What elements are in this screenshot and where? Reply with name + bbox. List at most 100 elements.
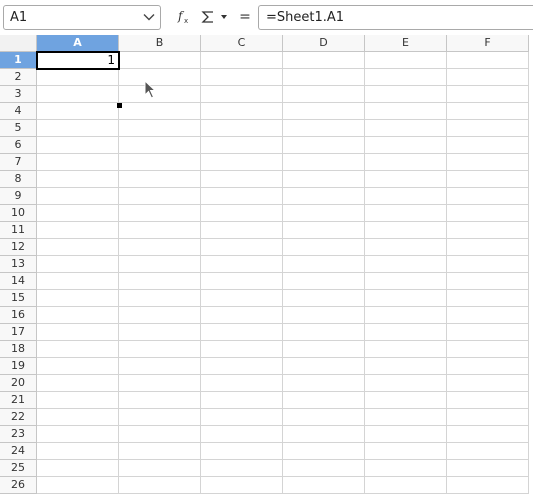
cell-f11[interactable]	[447, 222, 529, 239]
cell-a19[interactable]	[37, 358, 119, 375]
row-header-2[interactable]: 2	[0, 69, 37, 86]
cell-d9[interactable]	[283, 188, 365, 205]
cell-b17[interactable]	[119, 324, 201, 341]
row-header-21[interactable]: 21	[0, 392, 37, 409]
cell-e11[interactable]	[365, 222, 447, 239]
cell-f19[interactable]	[447, 358, 529, 375]
row-header-16[interactable]: 16	[0, 307, 37, 324]
cell-area[interactable]: 1	[36, 51, 529, 494]
cell-e8[interactable]	[365, 171, 447, 188]
cell-f6[interactable]	[447, 137, 529, 154]
cell-b6[interactable]	[119, 137, 201, 154]
cell-e7[interactable]	[365, 154, 447, 171]
row-header-12[interactable]: 12	[0, 239, 37, 256]
cell-b21[interactable]	[119, 392, 201, 409]
cell-b26[interactable]	[119, 477, 201, 494]
cell-c12[interactable]	[201, 239, 283, 256]
cell-c4[interactable]	[201, 103, 283, 120]
row-header-13[interactable]: 13	[0, 256, 37, 273]
cell-c18[interactable]	[201, 341, 283, 358]
cell-d13[interactable]	[283, 256, 365, 273]
cell-c25[interactable]	[201, 460, 283, 477]
cell-c15[interactable]	[201, 290, 283, 307]
cell-e26[interactable]	[365, 477, 447, 494]
column-header-f[interactable]: F	[447, 35, 529, 52]
row-header-1[interactable]: 1	[0, 52, 37, 69]
column-header-e[interactable]: E	[365, 35, 447, 52]
cell-f2[interactable]	[447, 69, 529, 86]
cell-b5[interactable]	[119, 120, 201, 137]
sum-button[interactable]	[198, 8, 218, 26]
sum-dropdown-button[interactable]	[218, 8, 230, 26]
cell-d17[interactable]	[283, 324, 365, 341]
cell-d24[interactable]	[283, 443, 365, 460]
cell-a15[interactable]	[37, 290, 119, 307]
row-header-24[interactable]: 24	[0, 443, 37, 460]
cell-e2[interactable]	[365, 69, 447, 86]
cell-e4[interactable]	[365, 103, 447, 120]
cell-c20[interactable]	[201, 375, 283, 392]
cell-c16[interactable]	[201, 307, 283, 324]
cell-c2[interactable]	[201, 69, 283, 86]
cell-e14[interactable]	[365, 273, 447, 290]
cell-d15[interactable]	[283, 290, 365, 307]
cell-d19[interactable]	[283, 358, 365, 375]
cell-c13[interactable]	[201, 256, 283, 273]
cell-e18[interactable]	[365, 341, 447, 358]
cell-a9[interactable]	[37, 188, 119, 205]
row-header-8[interactable]: 8	[0, 171, 37, 188]
cell-c3[interactable]	[201, 86, 283, 103]
row-header-19[interactable]: 19	[0, 358, 37, 375]
cell-a7[interactable]	[37, 154, 119, 171]
cell-b13[interactable]	[119, 256, 201, 273]
cell-b11[interactable]	[119, 222, 201, 239]
cell-f23[interactable]	[447, 426, 529, 443]
cell-a22[interactable]	[37, 409, 119, 426]
cell-f21[interactable]	[447, 392, 529, 409]
cell-c21[interactable]	[201, 392, 283, 409]
cell-d22[interactable]	[283, 409, 365, 426]
cell-c10[interactable]	[201, 205, 283, 222]
name-box[interactable]: A1	[3, 5, 161, 30]
cell-a2[interactable]	[37, 69, 119, 86]
cell-d6[interactable]	[283, 137, 365, 154]
cell-e24[interactable]	[365, 443, 447, 460]
cell-a14[interactable]	[37, 273, 119, 290]
row-header-20[interactable]: 20	[0, 375, 37, 392]
cell-c1[interactable]	[201, 52, 283, 69]
cell-a23[interactable]	[37, 426, 119, 443]
row-header-18[interactable]: 18	[0, 341, 37, 358]
cell-f22[interactable]	[447, 409, 529, 426]
cell-b12[interactable]	[119, 239, 201, 256]
cell-b9[interactable]	[119, 188, 201, 205]
cell-e22[interactable]	[365, 409, 447, 426]
cell-d7[interactable]	[283, 154, 365, 171]
cell-d11[interactable]	[283, 222, 365, 239]
cell-a1[interactable]: 1	[36, 51, 120, 70]
cell-e9[interactable]	[365, 188, 447, 205]
cell-a21[interactable]	[37, 392, 119, 409]
cell-c9[interactable]	[201, 188, 283, 205]
cell-b15[interactable]	[119, 290, 201, 307]
cell-a18[interactable]	[37, 341, 119, 358]
cell-f7[interactable]	[447, 154, 529, 171]
cell-c24[interactable]	[201, 443, 283, 460]
cell-e21[interactable]	[365, 392, 447, 409]
cell-c19[interactable]	[201, 358, 283, 375]
cell-e25[interactable]	[365, 460, 447, 477]
row-header-3[interactable]: 3	[0, 86, 37, 103]
cell-b2[interactable]	[119, 69, 201, 86]
row-header-26[interactable]: 26	[0, 477, 37, 494]
cell-a26[interactable]	[37, 477, 119, 494]
cell-f26[interactable]	[447, 477, 529, 494]
cell-a6[interactable]	[37, 137, 119, 154]
cell-a24[interactable]	[37, 443, 119, 460]
cell-d3[interactable]	[283, 86, 365, 103]
cell-e16[interactable]	[365, 307, 447, 324]
cell-c23[interactable]	[201, 426, 283, 443]
cell-b8[interactable]	[119, 171, 201, 188]
cell-e15[interactable]	[365, 290, 447, 307]
chevron-down-icon[interactable]	[142, 10, 156, 24]
cell-c8[interactable]	[201, 171, 283, 188]
column-header-b[interactable]: B	[119, 35, 201, 52]
